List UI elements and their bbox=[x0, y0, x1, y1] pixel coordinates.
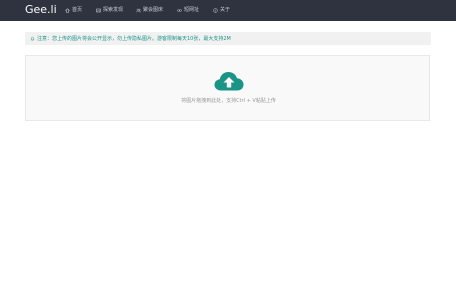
nav-item-gallery[interactable]: 聚会图床 bbox=[136, 6, 163, 15]
nav-item-home[interactable]: 首页 bbox=[65, 6, 82, 15]
upload-hint: 将图片拖拽到此处，支持Ctrl + V粘贴上传 bbox=[181, 98, 276, 104]
home-icon bbox=[65, 8, 70, 13]
cloud-upload-icon[interactable] bbox=[214, 71, 244, 91]
info-icon bbox=[213, 8, 218, 13]
nav-menu: 首页 探索发现 聚会图床 短网址 关于 bbox=[0, 0, 456, 21]
notice-text: 注意：您上传的图片将会公开显示，勿上传隐私图片。游客限制每天10张，最大支持2M bbox=[37, 36, 231, 42]
users-icon bbox=[136, 8, 141, 13]
nav-item-label: 探索发现 bbox=[103, 7, 124, 13]
nav-item-label: 关于 bbox=[220, 7, 231, 13]
image-icon bbox=[96, 8, 101, 13]
nav-item-explore[interactable]: 探索发现 bbox=[96, 6, 123, 15]
nav-item-label: 短网址 bbox=[184, 7, 200, 13]
upload-dropzone[interactable]: 将图片拖拽到此处，支持Ctrl + V粘贴上传 bbox=[25, 55, 430, 121]
nav-item-shortlink[interactable]: 短网址 bbox=[177, 6, 199, 15]
bell-icon bbox=[30, 36, 35, 41]
top-navbar: Gee.li 首页 探索发现 聚会图床 短网址 关于 bbox=[0, 0, 456, 21]
notice-bar: 注意：您上传的图片将会公开显示，勿上传隐私图片。游客限制每天10张，最大支持2M bbox=[25, 32, 431, 45]
nav-item-label: 首页 bbox=[72, 7, 83, 13]
nav-item-about[interactable]: 关于 bbox=[213, 6, 230, 15]
nav-item-label: 聚会图床 bbox=[143, 7, 164, 13]
link-icon bbox=[177, 8, 182, 13]
